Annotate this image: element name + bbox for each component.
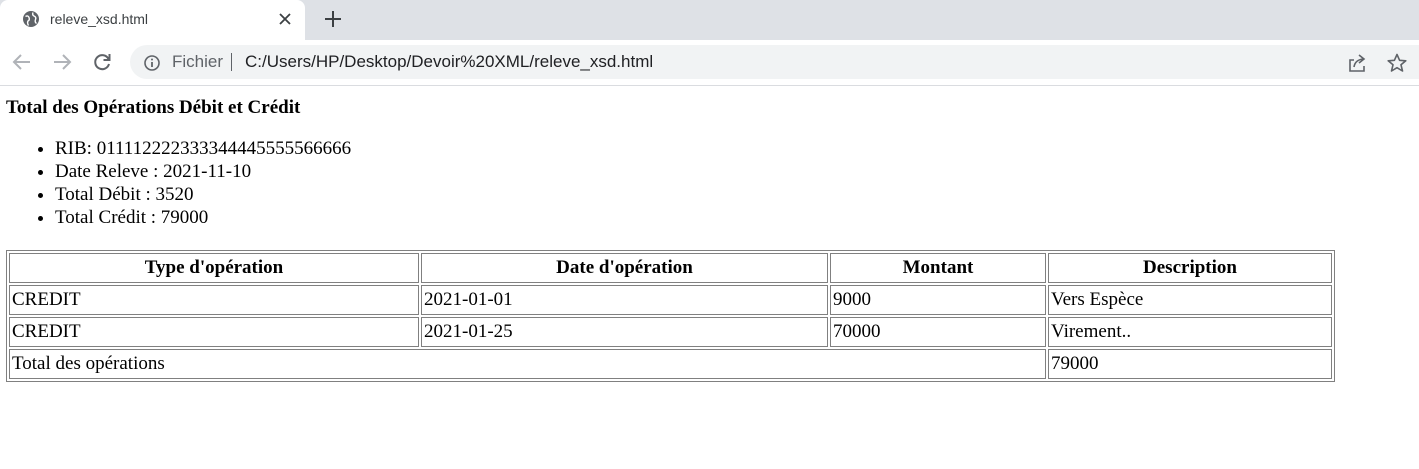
tab-strip: releve_xsd.html [0,0,1419,40]
page-content: Total des Opérations Débit et Crédit RIB… [0,86,1419,382]
tab-title: releve_xsd.html [50,11,149,27]
info-rib: RIB: 011112222333344445555566666 [55,137,1413,160]
cell-type: CREDIT [9,285,419,315]
cell-montant: 9000 [830,285,1046,315]
table-header-row: Type d'opération Date d'opération Montan… [9,253,1332,283]
cell-description: Virement.. [1048,317,1332,347]
cell-date: 2021-01-01 [421,285,828,315]
table-row: CREDIT 2021-01-01 9000 Vers Espèce [9,285,1332,315]
total-label: Total des opérations [9,349,1046,379]
info-total-credit: Total Crédit : 79000 [55,206,1413,229]
total-value: 79000 [1048,349,1332,379]
star-icon[interactable] [1386,52,1408,74]
address-bar[interactable]: Fichier C:/Users/HP/Desktop/Devoir%20XML… [130,45,1419,79]
header-date: Date d'opération [421,253,828,283]
info-icon[interactable] [143,54,161,72]
header-type: Type d'opération [9,253,419,283]
globe-icon [23,11,39,27]
info-total-debit: Total Débit : 3520 [55,183,1413,206]
tab-releve[interactable]: releve_xsd.html [0,0,305,40]
plus-icon[interactable] [322,8,344,30]
table-total-row: Total des opérations 79000 [9,349,1332,379]
browser-toolbar: Fichier C:/Users/HP/Desktop/Devoir%20XML… [0,40,1419,86]
page-title: Total des Opérations Débit et Crédit [6,97,301,118]
close-icon[interactable] [276,10,294,28]
share-icon[interactable] [1346,52,1368,74]
scheme-label: Fichier [172,52,224,71]
header-description: Description [1048,253,1332,283]
table-row: CREDIT 2021-01-25 70000 Virement.. [9,317,1332,347]
url-text[interactable]: C:/Users/HP/Desktop/Devoir%20XML/releve_… [245,52,653,72]
cell-type: CREDIT [9,317,419,347]
header-montant: Montant [830,253,1046,283]
cell-date: 2021-01-25 [421,317,828,347]
omnibox-divider [231,53,232,71]
cell-montant: 70000 [830,317,1046,347]
forward-arrow-icon[interactable] [51,51,73,73]
back-arrow-icon[interactable] [11,51,33,73]
info-date-releve: Date Releve : 2021-11-10 [55,160,1413,183]
reload-icon[interactable] [91,51,113,73]
operations-table: Type d'opération Date d'opération Montan… [6,250,1335,382]
account-info-list: RIB: 011112222333344445555566666 Date Re… [6,137,1413,229]
cell-description: Vers Espèce [1048,285,1332,315]
